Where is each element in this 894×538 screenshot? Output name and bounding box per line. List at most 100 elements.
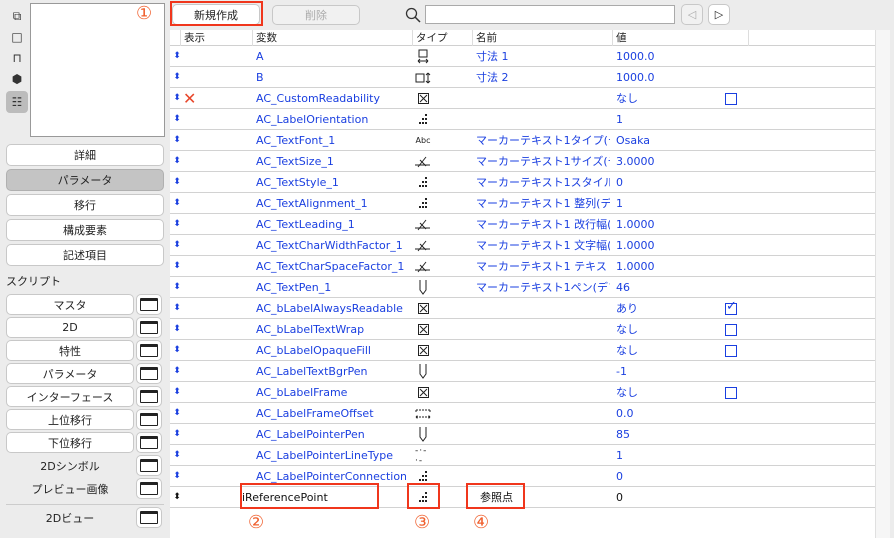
variable-name[interactable]: AC_CustomReadability — [256, 88, 406, 109]
table-row[interactable]: ⬍ AC_TextCharSpaceFactor_1 マーカーテキスト1 テキス… — [170, 256, 875, 277]
delete-button[interactable]: 削除 — [272, 5, 360, 25]
variable-name[interactable]: AC_bLabelOpaqueFill — [256, 340, 406, 361]
nav-button[interactable]: 詳細 — [6, 144, 164, 166]
reorder-handle-icon[interactable]: ⬍ — [172, 466, 182, 487]
table-row[interactable]: ⬍ AC_TextAlignment_1 マーカーテキスト1 整列(デフ… 1 — [170, 193, 875, 214]
boolean-type-icon[interactable] — [415, 385, 431, 400]
reorder-handle-icon[interactable]: ⬍ — [172, 46, 182, 67]
parameter-label[interactable]: マーカーテキスト1タイプ(デ… — [476, 130, 610, 151]
variable-name[interactable]: AC_LabelOrientation — [256, 109, 406, 130]
parameter-label[interactable]: マーカーテキスト1サイズ(デ… — [476, 151, 610, 172]
parameter-label[interactable] — [476, 403, 610, 424]
table-row[interactable]: ⬍ AC_bLabelOpaqueFill なし — [170, 340, 875, 361]
dim-horizontal-type-icon[interactable] — [415, 49, 431, 64]
parameter-label[interactable] — [476, 361, 610, 382]
nav-button[interactable]: パラメータ — [6, 169, 164, 191]
table-row[interactable]: ⬍ AC_LabelPointerPen 85 — [170, 424, 875, 445]
script-window-button[interactable] — [136, 340, 162, 361]
reorder-handle-icon[interactable]: ⬍ — [172, 214, 182, 235]
reorder-handle-icon[interactable]: ⬍ — [172, 172, 182, 193]
script-window-button[interactable] — [136, 386, 162, 407]
dim-vertical-type-icon[interactable] — [415, 70, 431, 85]
variable-name[interactable]: AC_LabelFrameOffset — [256, 403, 406, 424]
pen-type-icon[interactable] — [415, 280, 431, 295]
header-name[interactable]: 名前 — [472, 30, 497, 46]
variable-name[interactable]: AC_TextSize_1 — [256, 151, 406, 172]
script-window-button[interactable] — [136, 455, 162, 476]
header-variable[interactable]: 変数 — [252, 30, 277, 46]
row-checkbox[interactable]: ✓ — [725, 299, 737, 315]
script-window-button[interactable] — [136, 317, 162, 338]
script-window-button[interactable] — [136, 363, 162, 384]
reorder-handle-icon[interactable]: ⬍ — [172, 130, 182, 151]
variable-name[interactable]: AC_bLabelAlwaysReadable — [256, 298, 406, 319]
integer-type-icon[interactable] — [415, 196, 431, 211]
script-button[interactable]: 2D — [6, 317, 134, 338]
parameter-value[interactable]: 0 — [616, 466, 716, 487]
script-button[interactable]: パラメータ — [6, 363, 134, 384]
row-checkbox[interactable] — [725, 93, 737, 105]
reorder-handle-icon[interactable]: ⬍ — [172, 235, 182, 256]
real-type-icon[interactable] — [415, 154, 431, 169]
script-button[interactable]: 上位移行 — [6, 409, 134, 430]
reorder-handle-icon[interactable]: ⬍ — [172, 88, 182, 109]
real-type-icon[interactable] — [415, 238, 431, 253]
parameter-label[interactable]: マーカーテキスト1 整列(デフ… — [476, 193, 610, 214]
parameter-value[interactable]: 1000.0 — [616, 46, 716, 67]
reorder-handle-icon[interactable]: ⬍ — [172, 319, 182, 340]
table-row[interactable]: ⬍ AC_LabelOrientation 1 — [170, 109, 875, 130]
parameter-value[interactable]: 0 — [616, 172, 716, 193]
variable-name[interactable]: AC_LabelPointerLineType — [256, 445, 406, 466]
reorder-handle-icon[interactable]: ⬍ — [172, 340, 182, 361]
next-button[interactable]: ▷ — [708, 4, 730, 25]
reorder-handle-icon[interactable]: ⬍ — [172, 298, 182, 319]
reorder-handle-icon[interactable]: ⬍ — [172, 403, 182, 424]
variable-name[interactable]: A — [256, 46, 406, 67]
variable-name[interactable]: AC_LabelTextBgrPen — [256, 361, 406, 382]
parameter-value[interactable]: 1 — [616, 109, 716, 130]
parameter-value[interactable]: 0.0 — [616, 403, 716, 424]
table-row[interactable]: ⬍ AC_TextFont_1 Abc マーカーテキスト1タイプ(デ… Osak… — [170, 130, 875, 151]
integer-type-icon[interactable] — [415, 175, 431, 190]
boolean-type-icon[interactable] — [415, 322, 431, 337]
parameter-value[interactable]: 3.0000 — [616, 151, 716, 172]
variable-name[interactable]: AC_TextPen_1 — [256, 277, 406, 298]
reorder-handle-icon[interactable]: ⬍ — [172, 67, 182, 88]
table-row[interactable]: ⬍ AC_TextStyle_1 マーカーテキスト1スタイル(… 0 — [170, 172, 875, 193]
boolean-type-icon[interactable] — [415, 343, 431, 358]
parameter-value[interactable]: あり — [616, 298, 716, 319]
table-row[interactable]: ⬍ B 寸法 2 1000.0 — [170, 67, 875, 88]
row-checkbox[interactable] — [725, 324, 737, 336]
reorder-handle-icon[interactable]: ⬍ — [172, 382, 182, 403]
reorder-handle-icon[interactable]: ⬍ — [172, 109, 182, 130]
reorder-handle-icon[interactable]: ⬍ — [172, 361, 182, 382]
parameter-value[interactable]: Osaka — [616, 130, 716, 151]
parameter-label[interactable] — [476, 382, 610, 403]
parameter-value[interactable]: 1 — [616, 445, 716, 466]
script-window-button[interactable] — [136, 432, 162, 453]
parameter-value[interactable]: 1 — [616, 193, 716, 214]
parameter-value[interactable]: 1.0000 — [616, 235, 716, 256]
parameter-value[interactable]: なし — [616, 319, 716, 340]
row-checkbox[interactable] — [725, 345, 737, 357]
table-row[interactable]: ⬍ AC_bLabelTextWrap なし — [170, 319, 875, 340]
table-row[interactable]: ⬍ AC_TextPen_1 マーカーテキスト1ペン(デフ… 46 — [170, 277, 875, 298]
search-input[interactable] — [425, 5, 675, 24]
parameter-label[interactable]: マーカーテキスト1 文字幅(… — [476, 235, 610, 256]
square-icon[interactable]: □ — [8, 28, 26, 46]
script-button[interactable]: マスタ — [6, 294, 134, 315]
real-type-icon[interactable] — [415, 259, 431, 274]
table-row[interactable]: ⬍ AC_TextSize_1 マーカーテキスト1サイズ(デ… 3.0000 — [170, 151, 875, 172]
parameter-label[interactable]: マーカーテキスト1ペン(デフ… — [476, 277, 610, 298]
2d-view-window-button[interactable] — [136, 507, 162, 528]
reorder-handle-icon[interactable]: ⬍ — [172, 445, 182, 466]
parameter-value[interactable]: 0 — [616, 487, 716, 508]
parameter-label[interactable] — [476, 445, 610, 466]
variable-name[interactable]: AC_TextLeading_1 — [256, 214, 406, 235]
cube-icon[interactable]: ⬢ — [8, 70, 26, 88]
nav-button[interactable]: 記述項目 — [6, 244, 164, 266]
parameter-value[interactable]: 85 — [616, 424, 716, 445]
reorder-handle-icon[interactable]: ⬍ — [172, 424, 182, 445]
script-button[interactable]: インターフェース — [6, 386, 134, 407]
script-window-button[interactable] — [136, 294, 162, 315]
